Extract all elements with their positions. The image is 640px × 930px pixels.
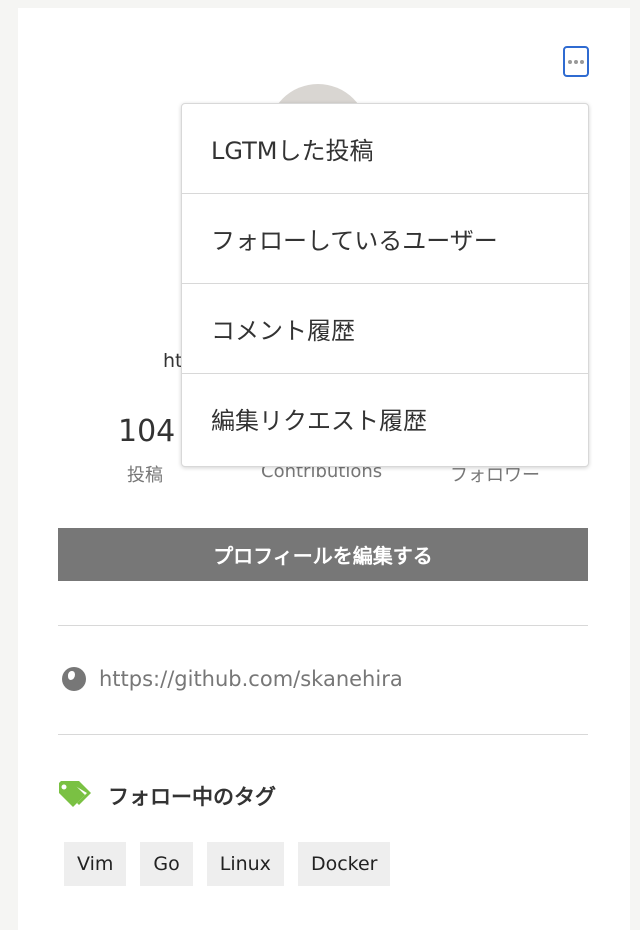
tag-docker[interactable]: Docker	[297, 842, 391, 886]
following-tags-title: フォロー中のタグ	[108, 785, 276, 809]
menu-item-lgtm-posts[interactable]: LGTMした投稿	[182, 104, 588, 194]
tag-linux[interactable]: Linux	[206, 842, 284, 886]
globe-icon	[62, 667, 86, 691]
menu-item-following-users[interactable]: フォローしているユーザー	[182, 194, 588, 284]
ellipsis-icon-dot	[574, 59, 578, 64]
ellipsis-icon	[568, 59, 572, 64]
menu-item-edit-request-history[interactable]: 編集リクエスト履歴	[182, 374, 588, 463]
tag-go[interactable]: Go	[140, 842, 193, 886]
website-link[interactable]: https://github.com/skanehira	[99, 667, 403, 691]
divider	[58, 625, 588, 626]
tags-icon	[59, 781, 91, 807]
posts-count[interactable]: 104	[118, 414, 175, 449]
posts-label[interactable]: 投稿	[127, 461, 163, 487]
following-tags-list: Vim Go Linux Docker	[64, 842, 391, 886]
profile-url-partial[interactable]: ht	[163, 350, 183, 372]
menu-item-comment-history[interactable]: コメント履歴	[182, 284, 588, 374]
more-options-button[interactable]	[563, 46, 589, 77]
more-options-menu: LGTMした投稿 フォローしているユーザー コメント履歴 編集リクエスト履歴	[181, 103, 589, 467]
tag-vim[interactable]: Vim	[64, 842, 127, 886]
ellipsis-icon-dot	[580, 59, 584, 64]
divider	[58, 734, 588, 735]
edit-profile-button[interactable]: プロフィールを編集する	[58, 528, 588, 581]
